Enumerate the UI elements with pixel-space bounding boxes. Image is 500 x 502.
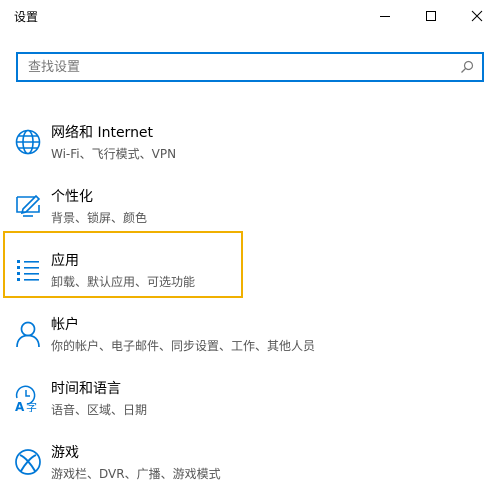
search-icon[interactable] xyxy=(460,60,474,74)
category-accounts[interactable]: 帐户 你的帐户、电子邮件、同步设置、工作、其他人员 xyxy=(0,310,500,366)
category-time-language[interactable]: A 字 时间和语言 语音、区域、日期 xyxy=(0,374,500,430)
minimize-icon xyxy=(380,16,390,17)
close-icon xyxy=(471,10,483,22)
category-personalization[interactable]: 个性化 背景、锁屏、颜色 xyxy=(0,182,500,238)
category-subtitle: 游戏栏、DVR、广播、游戏模式 xyxy=(51,467,221,481)
category-subtitle: 你的帐户、电子邮件、同步设置、工作、其他人员 xyxy=(51,339,316,353)
category-subtitle: 语音、区域、日期 xyxy=(51,403,148,417)
category-network-internet[interactable]: 网络和 Internet Wi-Fi、飞行模式、VPN xyxy=(0,118,500,174)
personalization-icon xyxy=(16,194,41,217)
category-title: 个性化 xyxy=(51,189,93,205)
category-title: 时间和语言 xyxy=(51,381,121,397)
search-box[interactable] xyxy=(16,52,484,82)
category-gaming[interactable]: 游戏 游戏栏、DVR、广播、游戏模式 xyxy=(0,438,500,494)
svg-text:字: 字 xyxy=(26,400,37,412)
category-subtitle: Wi-Fi、飞行模式、VPN xyxy=(51,147,177,161)
maximize-button[interactable] xyxy=(408,0,454,32)
category-apps[interactable]: 应用 卸载、默认应用、可选功能 xyxy=(0,246,500,302)
time-language-icon: A 字 xyxy=(15,385,37,412)
search-input[interactable] xyxy=(18,54,448,80)
category-subtitle: 卸载、默认应用、可选功能 xyxy=(51,275,196,289)
svg-text:A: A xyxy=(15,400,25,412)
close-button[interactable] xyxy=(454,0,500,32)
xbox-icon xyxy=(15,449,41,475)
minimize-button[interactable] xyxy=(362,0,408,32)
category-title: 网络和 Internet xyxy=(51,125,154,141)
window-title: 设置 xyxy=(14,10,39,24)
apps-list-icon xyxy=(17,260,39,281)
globe-icon xyxy=(15,129,41,155)
category-title: 帐户 xyxy=(51,317,79,333)
title-bar: 设置 xyxy=(0,0,500,32)
category-subtitle: 背景、锁屏、颜色 xyxy=(51,211,148,225)
maximize-icon xyxy=(426,11,436,21)
person-icon xyxy=(16,321,40,348)
category-title: 应用 xyxy=(51,253,79,269)
category-title: 游戏 xyxy=(51,445,79,461)
